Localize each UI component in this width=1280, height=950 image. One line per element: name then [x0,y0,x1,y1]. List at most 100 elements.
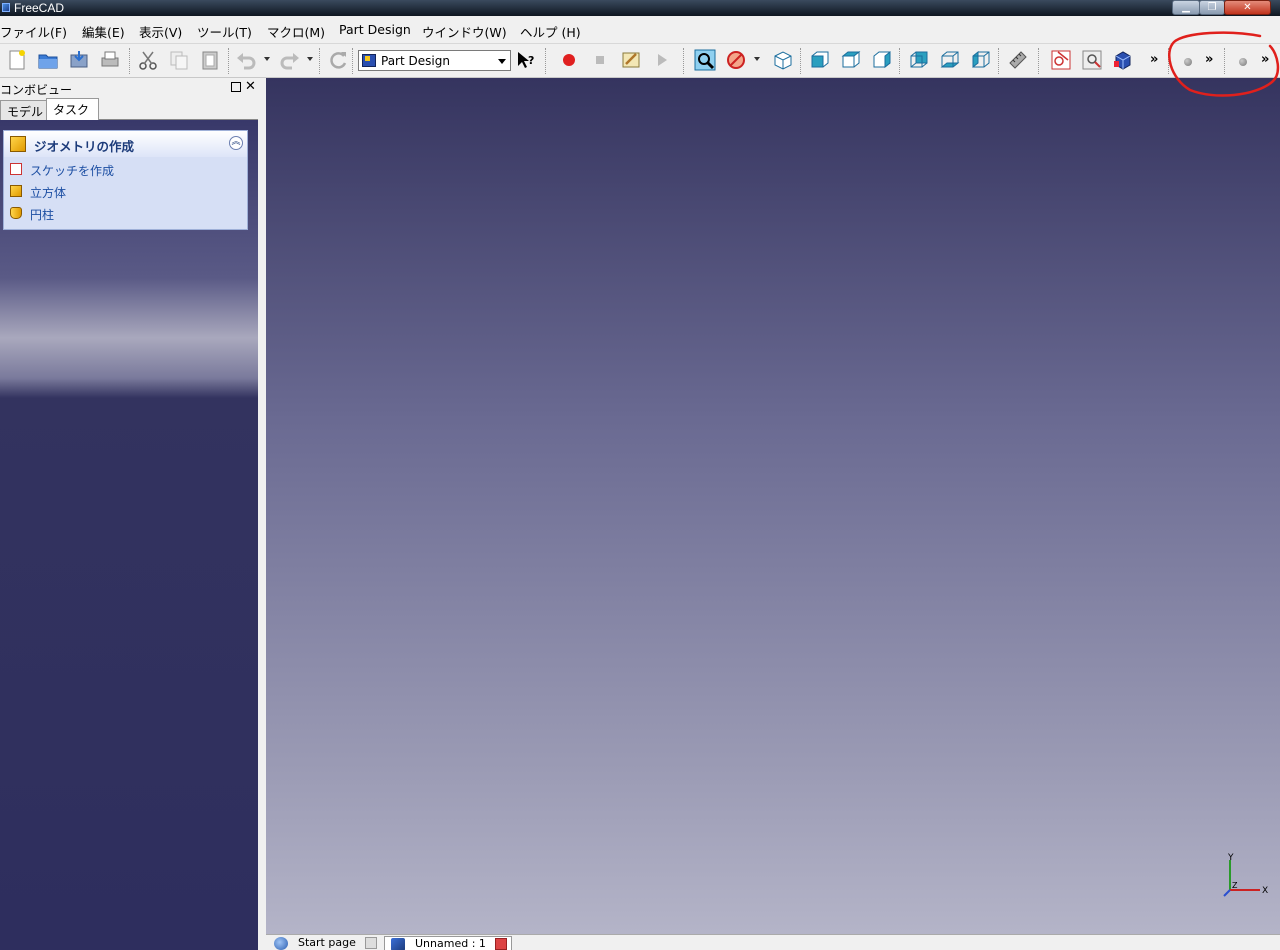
undo-dropdown-arrow[interactable] [264,57,270,61]
z-axis-line [1223,889,1231,897]
dock-close-icon[interactable]: ✕ [245,79,256,94]
view-sketch-icon[interactable] [1081,49,1103,71]
doc-tab-label: Unnamed : 1 [415,937,486,950]
main-toolbar: Part Design ? » » » [0,44,1280,78]
combo-view-dock: コンボビュー ✕ モデル タスク ジオメトリの作成 ︽ スケッチを作成 立方体 … [0,78,258,950]
macro-record-icon[interactable] [558,49,580,71]
paste-icon[interactable] [199,49,221,71]
task-label[interactable]: 円柱 [30,206,54,223]
document-icon [391,938,405,950]
toolbar-separator [683,48,685,74]
menu-edit[interactable]: 編集(E) [82,22,125,41]
menu-file[interactable]: ファイル(F) [0,22,67,41]
part-design-workbench-icon [362,54,376,67]
whats-this-icon[interactable]: ? [515,49,537,71]
task-panel-title: ジオメトリの作成 [34,139,135,154]
print-icon[interactable] [99,49,121,71]
toolbar-overflow-button-2[interactable]: » [1205,52,1213,67]
front-view-icon[interactable] [809,49,831,71]
cylinder-icon [10,207,22,219]
cube-icon [10,185,22,197]
menu-help[interactable]: ヘルプ (H) [520,22,581,41]
fit-all-icon[interactable] [694,49,716,71]
right-view-icon[interactable] [871,49,893,71]
toolbar-overflow-button-1[interactable]: » [1150,52,1158,67]
toolbar-separator [998,48,1000,74]
toolbar-separator [1224,48,1226,74]
window-title-bar: FreeCAD ▁ ❐ ✕ [0,0,1280,16]
bottom-view-icon[interactable] [939,49,961,71]
workbench-selector[interactable]: Part Design [358,50,511,71]
left-view-icon[interactable] [970,49,992,71]
toolbar-separator [129,48,131,74]
doc-tab-label: Start page [298,936,356,949]
menu-tools[interactable]: ツール(T) [197,22,252,41]
close-button[interactable]: ✕ [1224,0,1271,15]
rear-view-icon[interactable] [908,49,930,71]
toolbar-separator [545,48,547,74]
menu-view[interactable]: 表示(V) [139,22,182,41]
toolbar-separator [228,48,230,74]
macro-stop-icon[interactable] [589,49,611,71]
macro-edit-icon[interactable] [620,49,642,71]
doc-tab-unnamed[interactable]: Unnamed : 1 [384,936,512,950]
task-label[interactable]: スケッチを作成 [30,162,114,179]
undo-icon[interactable] [235,49,257,71]
toolbar-separator [352,48,354,74]
maximize-button[interactable]: ❐ [1199,0,1225,15]
toolbar-separator [1038,48,1040,74]
pad-icon[interactable] [1112,49,1134,71]
close-tab-icon[interactable] [365,937,378,949]
menu-window[interactable]: ウインドウ(W) [422,22,507,41]
new-icon[interactable] [6,49,28,71]
x-axis-label: X [1262,886,1268,896]
toolbar-separator [1168,48,1170,74]
toolbar-separator [899,48,901,74]
tab-task[interactable]: タスク [46,98,99,120]
top-view-icon[interactable] [840,49,862,71]
combo-view-tabs: モデル タスク [0,98,258,120]
axis-cross-indicator: Y X Z [1223,853,1268,897]
globe-icon [274,937,288,950]
redo-icon[interactable] [279,49,301,71]
menu-part-design[interactable]: Part Design [339,22,411,37]
close-tab-icon[interactable] [495,938,508,950]
draw-style-icon[interactable] [725,49,747,71]
combo-view-header: コンボビュー ✕ [0,78,258,98]
draw-style-dropdown-arrow[interactable] [754,57,760,61]
y-axis-label: Y [1227,853,1234,863]
minimize-button[interactable]: ▁ [1172,0,1200,15]
3d-viewport[interactable] [266,78,1280,934]
open-icon[interactable] [37,49,59,71]
tab-model[interactable]: モデル [0,100,51,120]
cut-icon[interactable] [137,49,159,71]
task-panel-header[interactable]: ジオメトリの作成 ︽ [4,131,247,157]
empty-toolbar-handle-icon[interactable] [1184,58,1192,66]
dock-float-button[interactable] [231,82,241,92]
task-label[interactable]: 立方体 [30,184,66,201]
measure-icon[interactable] [1007,49,1029,71]
toolbar-separator [800,48,802,74]
sketch-icon[interactable] [1050,49,1072,71]
axonometric-icon[interactable] [772,49,794,71]
workbench-selector-value: Part Design [381,54,450,68]
empty-toolbar-handle-icon[interactable] [1239,58,1247,66]
macro-run-icon[interactable] [651,49,673,71]
dock-splitter[interactable] [258,78,266,950]
sketch-icon [10,163,22,175]
document-tab-bar: Start page Unnamed : 1 [266,934,1280,950]
chevron-up-icon[interactable]: ︽ [229,136,243,150]
copy-icon[interactable] [168,49,190,71]
refresh-icon[interactable] [327,49,349,71]
doc-tab-start-page[interactable]: Start page [268,936,380,950]
save-icon[interactable] [68,49,90,71]
cube-icon [10,136,26,152]
toolbar-separator [319,48,321,74]
window-title: FreeCAD [14,1,65,15]
combo-view-title: コンボビュー [0,83,73,97]
freecad-app-icon [2,3,10,12]
redo-dropdown-arrow[interactable] [307,57,313,61]
toolbar-overflow-button-3[interactable]: » [1261,52,1269,67]
menu-macro[interactable]: マクロ(M) [267,22,325,41]
menu-bar: ファイル(F) 編集(E) 表示(V) ツール(T) マクロ(M) Part D… [0,16,1280,44]
